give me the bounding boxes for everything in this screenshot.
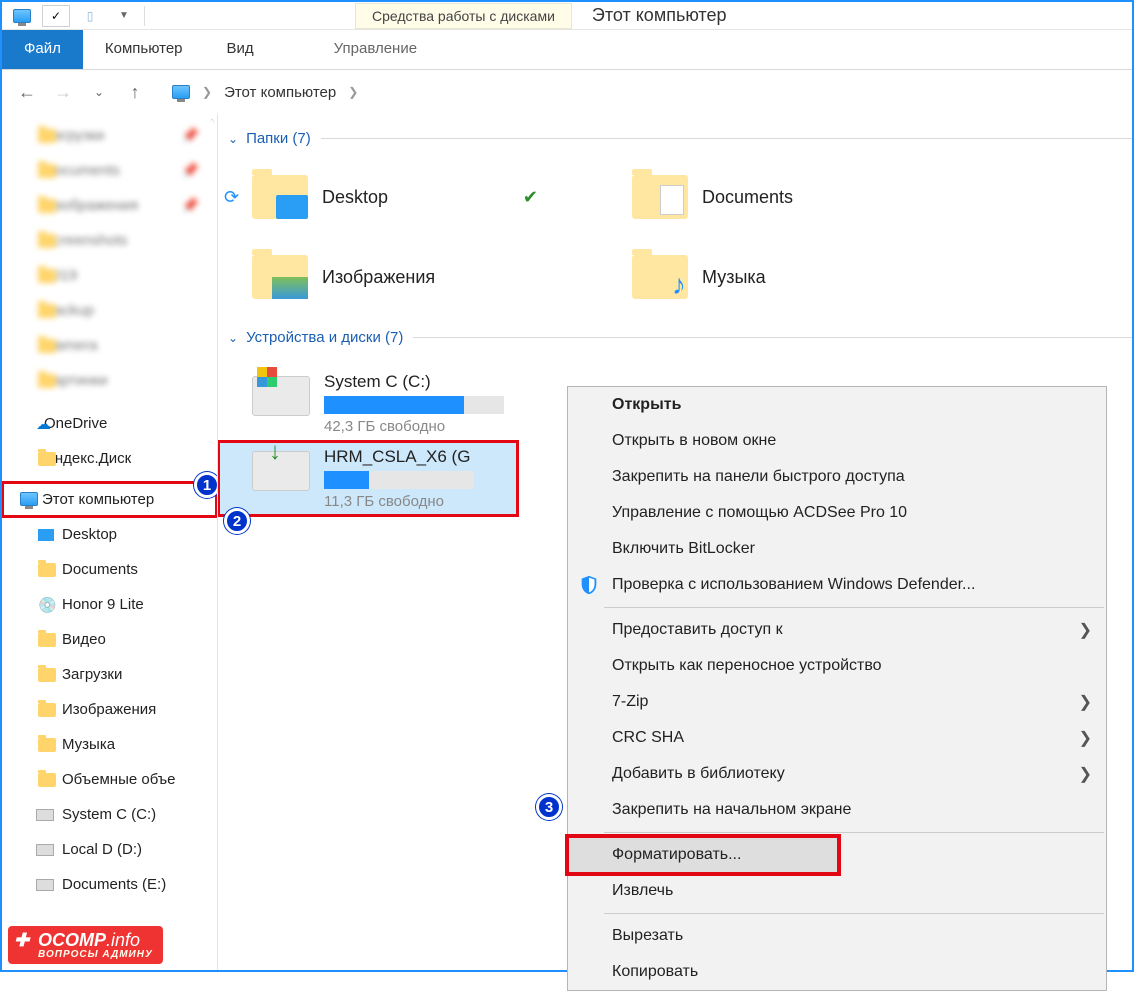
- ctx-crcsha[interactable]: CRC SHA❯: [568, 720, 1106, 756]
- group-header-folders[interactable]: ⌄Папки (7): [228, 130, 1132, 147]
- ctx-copy[interactable]: Копировать: [568, 954, 1106, 990]
- ctx-add-library[interactable]: Добавить в библиотеку❯: [568, 756, 1106, 792]
- tab-manage[interactable]: Управление: [312, 30, 439, 69]
- folder-label: Documents: [702, 187, 793, 208]
- drive-free-text: 11,3 ГБ свободно: [324, 493, 518, 510]
- chevron-right-icon: ❯: [1079, 692, 1092, 712]
- ctx-open[interactable]: Открыть: [568, 387, 1106, 423]
- sidebar-item-blurred[interactable]: Backup: [2, 293, 217, 328]
- capacity-bar: [324, 396, 504, 414]
- ctx-bitlocker[interactable]: Включить BitLocker: [568, 531, 1106, 567]
- annotation-badge-2: 2: [224, 508, 250, 534]
- sidebar-item-system-c[interactable]: System C (C:): [2, 797, 217, 832]
- sidebar-item-documents-e[interactable]: Documents (E:): [2, 867, 217, 902]
- context-menu: Открыть Открыть в новом окне Закрепить н…: [567, 386, 1107, 991]
- group-header-devices[interactable]: ⌄Устройства и диски (7): [228, 329, 1132, 346]
- navigation-pane[interactable]: ^ Загрузки📌 Documents📌 Изображения📌 Scre…: [2, 114, 218, 970]
- capacity-bar: [324, 471, 474, 489]
- pc-icon: [8, 5, 36, 27]
- ctx-pin-start[interactable]: Закрепить на начальном экране: [568, 792, 1106, 828]
- context-tools-label: Средства работы с дисками: [355, 3, 572, 29]
- sidebar-item-blurred[interactable]: 2019: [2, 258, 217, 293]
- document-icon[interactable]: ▯: [76, 5, 104, 27]
- sidebar-item-desktop[interactable]: Desktop: [2, 517, 217, 552]
- back-button[interactable]: ←: [12, 77, 42, 107]
- window-title: Этот компьютер: [592, 5, 727, 26]
- drive-icon: [252, 376, 310, 416]
- folder-images[interactable]: Изображения: [228, 237, 568, 317]
- sidebar-item-blurred[interactable]: Загрузки📌: [2, 118, 217, 153]
- breadcrumb-this-pc[interactable]: Этот компьютер: [224, 84, 336, 101]
- folder-icon: [632, 175, 688, 219]
- separator: [604, 832, 1104, 833]
- sidebar-item-blurred[interactable]: Screenshots: [2, 223, 217, 258]
- folder-music[interactable]: Музыка: [608, 237, 948, 317]
- sidebar-item-honor[interactable]: 💿Honor 9 Lite: [2, 587, 217, 622]
- sidebar-item-blurred[interactable]: Documents📌: [2, 153, 217, 188]
- shield-icon: [578, 574, 600, 596]
- refresh-icon: ⟳: [224, 187, 239, 208]
- ctx-defender[interactable]: Проверка с использованием Windows Defend…: [568, 567, 1106, 603]
- sidebar-item-documents[interactable]: Documents: [2, 552, 217, 587]
- chevron-right-icon: ❯: [1079, 728, 1092, 748]
- drive-usb[interactable]: HRM_CSLA_X6 (G 11,3 ГБ свободно 2: [218, 441, 518, 516]
- chevron-right-icon: ❯: [344, 85, 362, 99]
- sidebar-item-blurred[interactable]: Изображения📌: [2, 188, 217, 223]
- quick-access-toolbar: ✓ ▯ ▼: [2, 5, 145, 27]
- sidebar-item-music[interactable]: Музыка: [2, 727, 217, 762]
- folder-icon: [252, 175, 308, 219]
- ctx-open-new-window[interactable]: Открыть в новом окне: [568, 423, 1106, 459]
- folder-documents[interactable]: Documents: [608, 157, 948, 237]
- title-bar: ✓ ▯ ▼ Средства работы с дисками Этот ком…: [2, 2, 1132, 30]
- breadcrumb[interactable]: ❯ Этот компьютер ❯: [172, 84, 362, 101]
- ctx-cut[interactable]: Вырезать: [568, 918, 1106, 954]
- folder-desktop[interactable]: ⟳ Desktop ✔: [228, 157, 568, 237]
- ctx-share[interactable]: Предоставить доступ к❯: [568, 612, 1106, 648]
- chevron-right-icon: ❯: [1079, 620, 1092, 640]
- folder-label: Музыка: [702, 267, 766, 288]
- address-bar: ← → ⌄ ↑ ❯ Этот компьютер ❯: [2, 70, 1132, 114]
- ctx-format[interactable]: Форматировать...: [568, 837, 838, 873]
- sidebar-item-onedrive[interactable]: ☁OneDrive: [2, 406, 217, 441]
- divider: [144, 6, 145, 26]
- sidebar-item-pictures[interactable]: Изображения: [2, 692, 217, 727]
- recent-dropdown[interactable]: ⌄: [84, 77, 114, 107]
- tab-file[interactable]: Файл: [2, 30, 83, 69]
- sidebar-item-3d[interactable]: Объемные объе: [2, 762, 217, 797]
- up-button[interactable]: ↑: [120, 77, 150, 107]
- ctx-portable[interactable]: Открыть как переносное устройство: [568, 648, 1106, 684]
- ctx-7zip[interactable]: 7-Zip❯: [568, 684, 1106, 720]
- chevron-right-icon: ❯: [198, 85, 216, 99]
- sidebar-item-this-pc[interactable]: Этот компьютер: [2, 482, 217, 517]
- watermark-logo: OCOMP.info ВОПРОСЫ АДМИНУ: [8, 926, 163, 964]
- folder-label: Desktop: [322, 187, 388, 208]
- separator: [604, 913, 1104, 914]
- checkbox-icon[interactable]: ✓: [42, 5, 70, 27]
- ctx-pin-quick-access[interactable]: Закрепить на панели быстрого доступа: [568, 459, 1106, 495]
- annotation-badge-1: 1: [194, 472, 218, 498]
- annotation-badge-3: 3: [536, 794, 562, 820]
- sidebar-item-blurred[interactable]: Картинки: [2, 363, 217, 398]
- tab-view[interactable]: Вид: [205, 30, 276, 69]
- folder-icon: [252, 255, 308, 299]
- sidebar-item-yadisk[interactable]: Яндекс.Диск: [2, 441, 217, 476]
- check-icon: ✔: [523, 187, 538, 208]
- ctx-acdsee[interactable]: Управление с помощью ACDSee Pro 10: [568, 495, 1106, 531]
- dropdown-icon[interactable]: ▼: [110, 5, 138, 27]
- folder-label: Изображения: [322, 267, 435, 288]
- separator: [604, 607, 1104, 608]
- sidebar-item-video[interactable]: Видео: [2, 622, 217, 657]
- sidebar-item-blurred[interactable]: Camera: [2, 328, 217, 363]
- tab-computer[interactable]: Компьютер: [83, 30, 205, 69]
- sidebar-item-downloads[interactable]: Загрузки: [2, 657, 217, 692]
- folder-icon: [632, 255, 688, 299]
- forward-button[interactable]: →: [48, 77, 78, 107]
- sidebar-item-local-d[interactable]: Local D (D:): [2, 832, 217, 867]
- pc-icon: [172, 85, 190, 99]
- drive-icon: [252, 451, 310, 491]
- ribbon-tabs: Файл Компьютер Вид Управление: [2, 30, 1132, 70]
- chevron-right-icon: ❯: [1079, 764, 1092, 784]
- drive-label: HRM_CSLA_X6 (G: [324, 447, 518, 467]
- ctx-eject[interactable]: Извлечь: [568, 873, 1106, 909]
